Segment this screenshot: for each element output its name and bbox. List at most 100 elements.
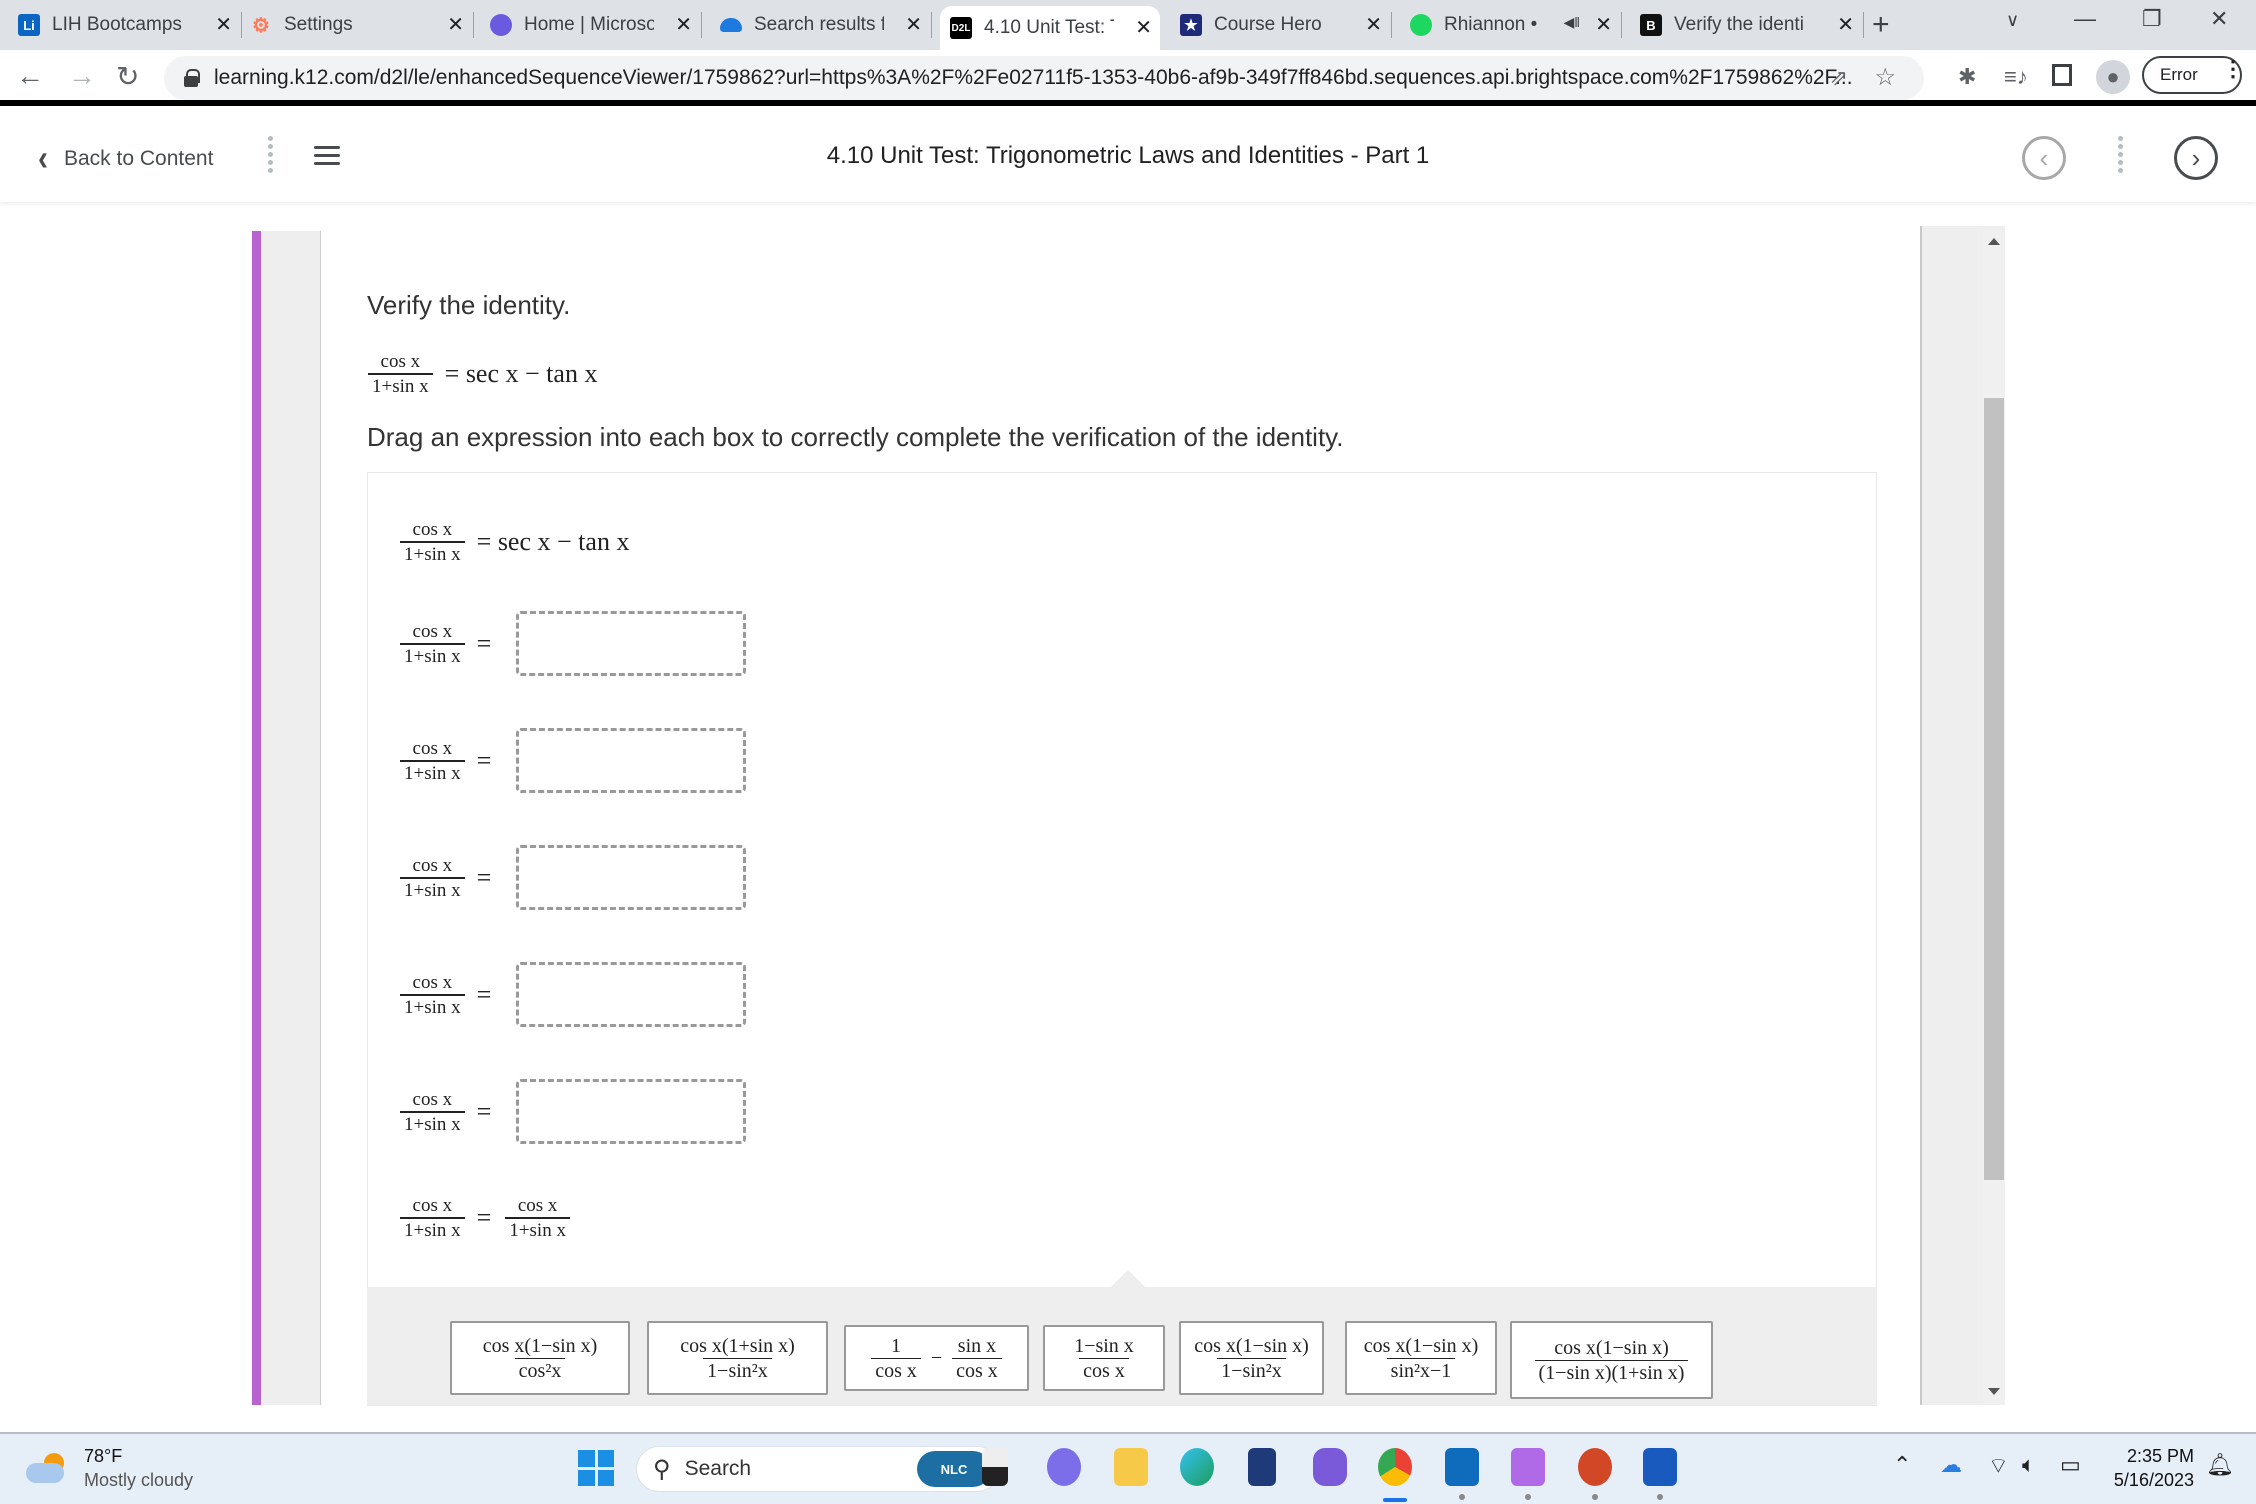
clock-time: 2:35 PM — [2126, 1446, 2194, 1466]
close-tab-icon[interactable]: ✕ — [1365, 12, 1382, 37]
extensions-puzzle-icon[interactable]: ✱ — [1958, 64, 1976, 90]
previous-activity-button[interactable]: ‹ — [2022, 136, 2066, 180]
url-text: learning.k12.com/d2l/le/enhancedSequence… — [214, 66, 1853, 89]
tab-onedrive-search[interactable]: Search results fo ✕ — [720, 8, 932, 42]
drop-box-3[interactable] — [516, 845, 746, 910]
file-explorer-icon[interactable] — [1114, 1448, 1148, 1486]
tab-lih-bootcamps[interactable]: Li LIH Bootcamps, F ✕ — [18, 8, 242, 42]
error-label: Error — [2160, 65, 2198, 84]
choice-card-3[interactable]: 1 cos x − sin x cos x — [844, 1325, 1029, 1391]
tab-settings[interactable]: ⚙ Settings ✕ — [250, 8, 474, 42]
audio-playing-icon[interactable]: ◀ǁ — [1563, 14, 1580, 31]
spotify-icon — [1410, 14, 1432, 36]
profile-avatar-icon[interactable]: ● — [2096, 60, 2130, 94]
fraction-numerator: cos x — [412, 1195, 453, 1216]
choice-card-4[interactable]: 1−sin x cos x — [1043, 1325, 1165, 1391]
identity-equation: cos x 1+sin x = sec x − tan x — [368, 352, 597, 396]
side-panel-icon[interactable] — [2052, 64, 2072, 86]
copilot-app-icon[interactable] — [1313, 1448, 1347, 1486]
forward-arrow-icon[interactable]: → — [68, 60, 96, 92]
choice-card-2[interactable]: cos x(1+sin x) 1−sin²x — [647, 1321, 828, 1395]
scroll-up-arrow-icon[interactable] — [1988, 238, 2000, 245]
question-prompt: Verify the identity. — [367, 290, 571, 320]
onedrive-icon — [720, 18, 742, 32]
page-title: 4.10 Unit Test: Trigonometric Laws and I… — [826, 142, 1430, 169]
search-highlight-badge: NLC — [917, 1451, 991, 1487]
drop-box-2[interactable] — [516, 728, 746, 793]
clock-date: 5/16/2023 — [2113, 1470, 2194, 1490]
close-tab-icon[interactable]: ✕ — [215, 12, 232, 37]
microsoft-store-icon[interactable] — [1248, 1448, 1276, 1486]
tab-search-icon[interactable]: ∨ — [2006, 10, 2019, 31]
tab-course-hero[interactable]: ★ Course Hero ✕ — [1180, 8, 1392, 42]
taskbar-search-box[interactable]: ⚲ Search NLC — [636, 1446, 1000, 1492]
choice-card-7[interactable]: cos x(1−sin x) (1−sin x)(1+sin x) — [1510, 1321, 1713, 1399]
tab-microsoft-home[interactable]: Home | Microsof ✕ — [490, 8, 702, 42]
drop-box-1[interactable] — [516, 611, 746, 676]
media-control-icon[interactable]: ≡♪ — [2004, 64, 2028, 90]
next-activity-button[interactable]: › — [2174, 136, 2218, 180]
verification-line-start: cos x 1+sin x = sec x − tan x — [400, 520, 629, 564]
windows-start-icon[interactable] — [578, 1450, 614, 1486]
course-hero-icon: ★ — [1180, 14, 1202, 36]
onedrive-error-icon[interactable]: ☁ — [1940, 1452, 1962, 1478]
battery-charging-icon[interactable]: ▭ — [2060, 1452, 2081, 1478]
teams-chat-icon[interactable] — [1047, 1448, 1081, 1486]
notifications-snooze-icon[interactable]: 🔔︎ — [2206, 1452, 2234, 1478]
tab-label: LIH Bootcamps, F — [52, 14, 182, 35]
minimize-icon[interactable]: — — [2074, 6, 2096, 32]
outlook-icon[interactable] — [1445, 1448, 1479, 1486]
partly-cloudy-icon — [26, 1453, 66, 1483]
choice-card-5[interactable]: cos x(1−sin x) 1−sin²x — [1179, 1321, 1324, 1395]
system-clock[interactable]: 2:35 PM 5/16/2023 — [2090, 1444, 2194, 1492]
equals-sign: = — [444, 359, 460, 388]
scrollbar-thumb[interactable] — [1984, 398, 2004, 1180]
tab-brainly-verify[interactable]: B Verify the identit ✕ — [1640, 8, 1864, 42]
chrome-icon[interactable] — [1378, 1448, 1412, 1486]
tab-spotify[interactable]: Rhiannon • F ◀ǁ ✕ — [1410, 8, 1622, 42]
close-tab-icon[interactable]: ✕ — [905, 12, 922, 37]
fraction-numerator: 1 — [891, 1334, 902, 1357]
weather-widget[interactable]: 78°F Mostly cloudy — [26, 1444, 193, 1492]
share-icon[interactable]: ⇗ — [1830, 65, 1848, 91]
fraction-denominator: cos x — [952, 1357, 1002, 1381]
line-rhs: sec x − tan x — [497, 527, 630, 556]
fraction-denominator: 1+sin x — [400, 643, 465, 666]
scroll-down-arrow-icon[interactable] — [1988, 1388, 2000, 1395]
clipchamp-icon[interactable] — [1511, 1448, 1545, 1486]
restore-icon[interactable]: ❐ — [2142, 6, 2162, 32]
close-tab-icon[interactable]: ✕ — [447, 12, 464, 37]
close-tab-icon[interactable]: ✕ — [1135, 15, 1152, 40]
drop-box-4[interactable] — [516, 962, 746, 1027]
browser-toolbar: ← → ↻ learning.k12.com/d2l/le/enhancedSe… — [0, 50, 2256, 106]
new-tab-button[interactable]: + — [1872, 8, 1890, 42]
close-tab-icon[interactable]: ✕ — [1595, 12, 1612, 37]
tab-d2l-unit-test[interactable]: D2L 4.10 Unit Test: Tri ✕ — [940, 6, 1160, 50]
close-tab-icon[interactable]: ✕ — [675, 12, 692, 37]
word-icon[interactable] — [1643, 1448, 1677, 1486]
show-hidden-icons-chevron[interactable]: ⌃ — [1893, 1452, 1911, 1478]
windows-taskbar: 78°F Mostly cloudy ⚲ Search NLC ⌃ ☁ ⌔ 🔈︎… — [0, 1432, 2256, 1504]
equals-sign: = — [476, 527, 492, 556]
close-window-icon[interactable]: ✕ — [2210, 6, 2228, 32]
wifi-icon[interactable]: ⌔ — [1988, 1452, 2009, 1480]
back-arrow-icon[interactable]: ← — [16, 60, 44, 92]
tab-label: 4.10 Unit Test: Tri — [984, 17, 1114, 38]
tab-label: Search results fo — [754, 14, 884, 35]
verification-line-2: cos x 1+sin x = — [400, 739, 491, 783]
close-tab-icon[interactable]: ✕ — [1837, 12, 1854, 37]
fraction-denominator: cos x — [1079, 1357, 1129, 1381]
drop-box-5[interactable] — [516, 1079, 746, 1144]
choice-card-6[interactable]: cos x(1−sin x) sin²x−1 — [1345, 1321, 1497, 1395]
equals-sign: = — [476, 629, 492, 658]
reload-icon[interactable]: ↻ — [116, 60, 139, 93]
edge-browser-icon[interactable] — [1180, 1448, 1214, 1486]
profile-error-button[interactable]: Error ⋮ — [2142, 56, 2244, 94]
choice-card-1[interactable]: cos x(1−sin x) cos²x — [450, 1321, 630, 1395]
chrome-menu-icon[interactable]: ⋮ — [2222, 58, 2244, 80]
address-bar[interactable]: learning.k12.com/d2l/le/enhancedSequence… — [164, 56, 1924, 100]
volume-icon[interactable]: 🔈︎ — [2022, 1452, 2035, 1478]
task-view-icon[interactable] — [982, 1448, 1008, 1486]
powerpoint-icon[interactable] — [1578, 1448, 1612, 1486]
bookmark-star-icon[interactable]: ☆ — [1874, 63, 1896, 92]
